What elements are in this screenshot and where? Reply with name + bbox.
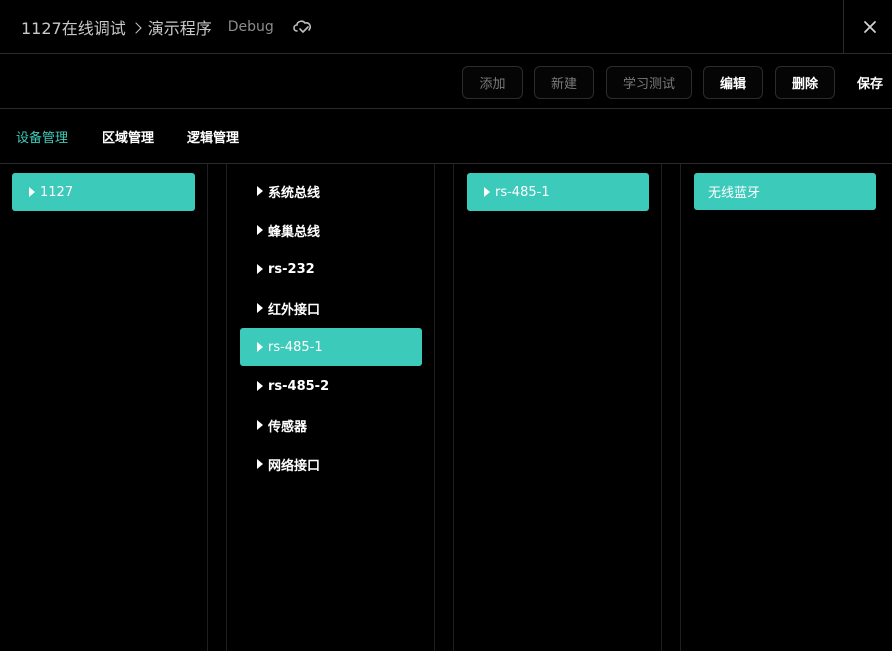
port-item-label: rs-485-1 [495,184,550,200]
header-divider [843,0,844,54]
caret-right-icon [257,225,263,235]
tab-logic-management[interactable]: 逻辑管理 [187,127,239,146]
caret-right-icon [257,459,263,469]
breadcrumb: 1127在线调试 演示程序 Debug [21,16,314,38]
bus-item[interactable]: 系统总线 [240,172,422,210]
column-divider [680,164,681,651]
column-divider [453,164,454,651]
bus-item-label: 蜂巢总线 [268,224,321,240]
bus-item[interactable]: 蜂巢总线 [240,211,422,249]
column-divider [207,164,208,651]
edit-button[interactable]: 编辑 [703,66,763,99]
caret-right-icon [257,342,263,352]
tab-bar: 设备管理 区域管理 逻辑管理 [0,109,892,164]
toolbar: 添加 新建 学习测试 编辑 删除 保存 [0,54,892,109]
bus-item-label: 网络接口 [268,458,321,474]
port-item[interactable]: rs-485-1 [467,173,649,211]
module-item[interactable]: 无线蓝牙 [694,173,876,210]
new-button[interactable]: 新建 [534,66,594,99]
title-bar: 1127在线调试 演示程序 Debug [0,0,892,54]
caret-right-icon [29,187,35,197]
save-button[interactable]: 保存 [848,66,892,99]
bus-item-label: 传感器 [268,419,308,435]
learn-test-button[interactable]: 学习测试 [606,66,692,99]
close-icon[interactable] [858,16,882,38]
caret-right-icon [484,187,490,197]
chevron-right-icon [130,21,142,34]
bus-item-label: rs-232 [268,261,315,277]
bus-item[interactable]: 网络接口 [240,445,422,483]
bus-item-label: 系统总线 [268,185,321,201]
tab-area-management[interactable]: 区域管理 [102,127,154,146]
caret-right-icon [257,381,263,391]
caret-right-icon [257,420,263,430]
breadcrumb-program: 演示程序 [147,19,212,38]
delete-button[interactable]: 删除 [775,66,835,99]
bus-item[interactable]: rs-485-1 [240,328,422,366]
breadcrumb-project[interactable]: 1127在线调试 [21,15,126,39]
bus-item[interactable]: 红外接口 [240,289,422,327]
bus-item-label: rs-485-1 [268,339,323,355]
bus-item-label: 红外接口 [268,302,321,318]
column-divider [661,164,662,651]
bus-item[interactable]: 传感器 [240,406,422,444]
module-item-label: 无线蓝牙 [708,186,761,201]
bus-item[interactable]: rs-485-2 [240,367,422,405]
bus-item[interactable]: rs-232 [240,250,422,288]
tab-device-management[interactable]: 设备管理 [16,127,68,146]
device-item-label: 1127 [40,184,74,200]
add-button[interactable]: 添加 [462,66,523,99]
caret-right-icon [257,264,263,274]
caret-right-icon [257,186,263,196]
device-item[interactable]: 1127 [12,173,195,211]
caret-right-icon [257,303,263,313]
mode-label: Debug [227,19,274,35]
column-divider [226,164,227,651]
column-divider [434,164,435,651]
bus-item-label: rs-485-2 [268,378,330,394]
cloud-download-icon[interactable] [292,18,314,36]
